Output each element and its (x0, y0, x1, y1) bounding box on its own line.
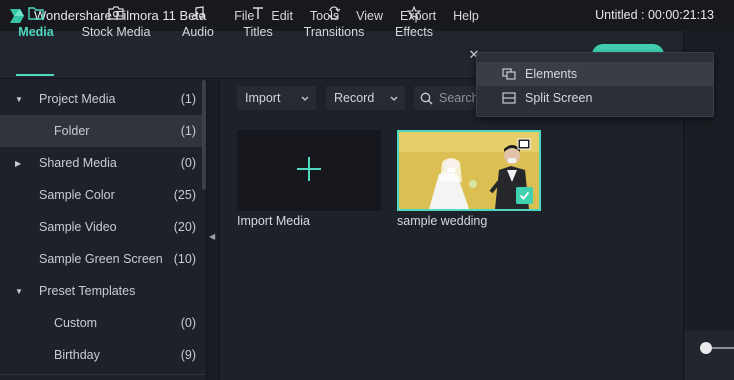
sidebar-item-label: Birthday (54, 348, 100, 362)
media-library-sidebar: ▼ Project Media (1) Folder (1) ▶ Shared … (0, 80, 205, 380)
sidebar-item-label: Project Media (39, 92, 116, 106)
folder-icon (26, 4, 46, 22)
sidebar-item-shared-media[interactable]: ▶ Shared Media (0) (0, 147, 205, 179)
tab-stock-media[interactable]: Stock Media (80, 4, 152, 46)
sidebar-item-label: Folder (54, 124, 90, 138)
tab-transitions-label: Transitions (303, 25, 365, 39)
split-screen-icon (502, 92, 516, 104)
elements-icon (502, 68, 516, 80)
menu-item-label: Split Screen (525, 91, 593, 105)
sidebar-item-label: Custom (54, 316, 98, 330)
effects-icon (404, 4, 424, 22)
text-t-icon (248, 4, 268, 22)
sidebar-item-count: (0) (180, 316, 196, 330)
sidebar-item-count: (0) (180, 156, 196, 170)
tab-overflow-menu: Elements Split Screen (476, 52, 714, 117)
import-dropdown-label: Import (245, 91, 281, 105)
sidebar-item-project-media[interactable]: ▼ Project Media (1) (0, 83, 205, 115)
record-dropdown[interactable]: Record (326, 86, 405, 110)
sidebar-item-sample-video[interactable]: Sample Video (20) (0, 211, 205, 243)
sidebar-item-label: Sample Video (39, 220, 117, 234)
search-placeholder: Search (439, 91, 479, 105)
import-media-label: Import Media (237, 214, 310, 228)
search-icon (420, 92, 433, 105)
sidebar-item-count: (1) (180, 124, 196, 138)
sidebar-item-count: (20) (173, 220, 196, 234)
expand-arrow-icon[interactable]: ▼ (15, 95, 23, 104)
sidebar-item-label: Preset Templates (39, 284, 136, 298)
music-note-icon (188, 4, 208, 22)
sidebar-item-folder[interactable]: Folder (1) (0, 115, 205, 147)
sidebar-item-custom[interactable]: Custom (0) (0, 307, 205, 339)
panel-splitter[interactable] (206, 80, 220, 380)
sidebar-item-count: (10) (173, 252, 196, 266)
plus-icon (296, 156, 322, 185)
import-dropdown[interactable]: Import (237, 86, 316, 110)
zoom-slider-handle[interactable] (700, 342, 712, 354)
tab-effects-label: Effects (395, 25, 433, 39)
menu-item-split-screen[interactable]: Split Screen (477, 86, 713, 110)
tab-stock-media-label: Stock Media (81, 25, 151, 39)
media-content-area (221, 80, 683, 380)
collapse-sidebar-arrow-icon[interactable]: ◀ (209, 232, 215, 241)
tab-effects[interactable]: Effects (393, 4, 435, 46)
sidebar-item-count: (25) (173, 188, 196, 202)
sidebar-item-label: Sample Color (39, 188, 115, 202)
sidebar-item-label: Sample Green Screen (39, 252, 163, 266)
sidebar-bottom-edge (0, 374, 205, 380)
stock-media-icon (106, 4, 126, 22)
expand-arrow-icon[interactable]: ▼ (15, 287, 23, 296)
media-clip-label: sample wedding (397, 214, 488, 228)
expand-arrow-icon[interactable]: ▶ (15, 159, 21, 168)
active-tab-indicator (16, 74, 54, 76)
menu-item-elements[interactable]: Elements (477, 62, 713, 86)
sidebar-item-sample-color[interactable]: Sample Color (25) (0, 179, 205, 211)
menu-help[interactable]: Help (453, 9, 479, 23)
menu-item-label: Elements (525, 67, 578, 81)
tab-titles-label: Titles (243, 25, 273, 39)
sidebar-item-preset-templates[interactable]: ▼ Preset Templates (0, 275, 205, 307)
tab-audio-label: Audio (182, 25, 214, 39)
tab-transitions[interactable]: Transitions (302, 4, 366, 46)
sidebar-item-count: (9) (180, 348, 196, 362)
check-icon (516, 187, 533, 204)
tab-audio[interactable]: Audio (178, 4, 218, 46)
sidebar-item-sample-green-screen[interactable]: Sample Green Screen (10) (0, 243, 205, 275)
transition-icon (324, 4, 344, 22)
video-clip-icon (517, 137, 531, 151)
tab-media-label: Media (18, 25, 54, 39)
tab-titles[interactable]: Titles (240, 4, 276, 46)
record-dropdown-label: Record (334, 91, 375, 105)
zoom-slider-track[interactable] (712, 347, 734, 349)
sidebar-item-count: (1) (180, 92, 196, 106)
sidebar-item-birthday[interactable]: Birthday (9) (0, 339, 205, 371)
chevron-down-icon (300, 92, 310, 106)
project-title-timecode: Untitled : 00:00:21:13 (595, 8, 714, 22)
import-media-tile[interactable] (237, 130, 381, 211)
zoom-control-area (683, 331, 734, 380)
search-input[interactable]: Search (414, 86, 484, 110)
tab-media[interactable]: Media (13, 4, 59, 46)
chevron-down-icon (389, 92, 399, 106)
sidebar-item-label: Shared Media (39, 156, 117, 170)
